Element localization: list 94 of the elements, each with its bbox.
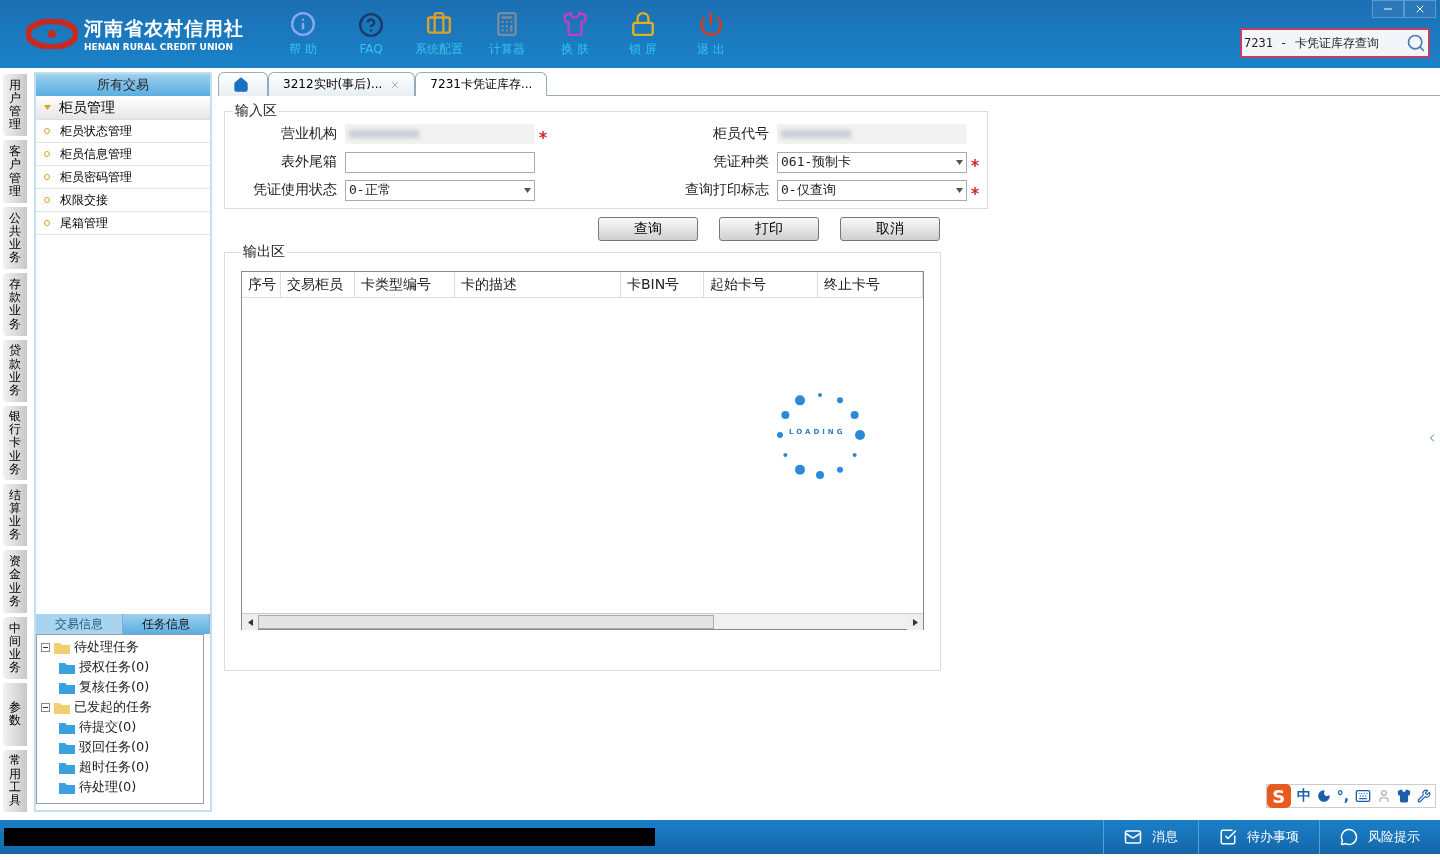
folder-icon bbox=[59, 760, 75, 774]
panel-tab[interactable]: 任务信息 bbox=[123, 614, 210, 634]
field-label: 柜员代号 bbox=[712, 125, 769, 143]
wrench-icon[interactable] bbox=[1417, 789, 1431, 803]
folder-icon bbox=[54, 700, 70, 714]
power-icon bbox=[698, 10, 724, 37]
toolbox-icon bbox=[426, 10, 452, 37]
tree-item[interactable]: 待处理(0) bbox=[79, 778, 137, 796]
tree-item[interactable]: 待处理任务 bbox=[74, 638, 139, 656]
field-label: 凭证种类 bbox=[712, 153, 769, 171]
column-header[interactable]: 卡的描述 bbox=[455, 272, 621, 297]
help-icon bbox=[358, 12, 384, 38]
folder-icon bbox=[59, 780, 75, 794]
tree-item[interactable]: 授权任务(0) bbox=[79, 658, 150, 676]
folder-icon bbox=[59, 720, 75, 734]
folder-icon bbox=[59, 660, 75, 674]
caret-icon bbox=[524, 187, 531, 193]
close-icon bbox=[1414, 3, 1426, 15]
shirt-icon[interactable] bbox=[1397, 789, 1411, 803]
field-label: 查询打印标志 bbox=[684, 181, 769, 199]
side-tab[interactable]: 贷款业务 bbox=[3, 339, 27, 403]
column-header[interactable]: 起始卡号 bbox=[703, 272, 819, 297]
side-tab[interactable]: 用户管理 bbox=[3, 74, 27, 137]
search-field[interactable]: 7231 - 卡凭证库存查询 bbox=[1240, 28, 1430, 58]
folder-icon bbox=[54, 640, 70, 654]
search-icon[interactable] bbox=[1406, 33, 1426, 53]
lock-icon bbox=[630, 10, 656, 37]
caret-icon bbox=[956, 159, 963, 165]
logo-title: 河南省农村信用社 bbox=[84, 16, 244, 41]
caret-icon bbox=[44, 105, 51, 110]
side-tab[interactable]: 客户管理 bbox=[3, 140, 27, 203]
column-header[interactable]: 卡类型编号 bbox=[354, 272, 456, 297]
action-button[interactable]: 查询 bbox=[598, 217, 698, 241]
tree-item[interactable]: 已发起的任务 bbox=[74, 698, 152, 716]
column-header[interactable]: 序号 bbox=[242, 272, 281, 297]
tree-item[interactable]: 超时任务(0) bbox=[79, 758, 150, 776]
field-label: 凭证使用状态 bbox=[252, 181, 337, 199]
menu-group[interactable]: 柜员管理 bbox=[36, 96, 210, 120]
collapse-icon[interactable] bbox=[41, 642, 50, 652]
horizontal-scrollbar[interactable] bbox=[242, 613, 923, 629]
left-arrow-icon[interactable] bbox=[247, 618, 253, 626]
status-button[interactable]: 风险提示 bbox=[1319, 820, 1440, 854]
side-tab[interactable]: 结算业务 bbox=[3, 483, 27, 547]
tree-item[interactable]: 复核任务(0) bbox=[79, 678, 150, 696]
home-tab[interactable] bbox=[218, 72, 268, 96]
keyboard-icon[interactable] bbox=[1355, 788, 1371, 804]
side-tab[interactable]: 银行卡业务 bbox=[3, 406, 27, 480]
page-tab[interactable]: 3212实时(事后)... bbox=[268, 72, 416, 96]
calculator-icon bbox=[494, 10, 520, 37]
action-button[interactable]: 取消 bbox=[840, 217, 940, 241]
folder-icon bbox=[59, 740, 75, 754]
right-arrow-icon[interactable] bbox=[912, 618, 918, 626]
home-icon bbox=[233, 76, 249, 93]
logo-subtitle: HENAN RURAL CREDIT UNION bbox=[84, 42, 234, 52]
shirt-icon bbox=[562, 10, 588, 37]
info-icon bbox=[290, 10, 316, 37]
column-header[interactable]: 卡BIN号 bbox=[620, 272, 704, 297]
punctuation-mode[interactable]: °, bbox=[1336, 788, 1349, 804]
select-field[interactable]: 0-仅查询 bbox=[777, 179, 967, 201]
sidebar-title: 所有交易 bbox=[36, 74, 210, 96]
section-title: 输入区 bbox=[234, 102, 278, 120]
side-tab[interactable]: 存款业务 bbox=[3, 273, 27, 336]
speech-bubble-icon bbox=[1340, 828, 1358, 846]
status-button[interactable]: 待办事项 bbox=[1198, 820, 1319, 854]
status-button[interactable]: 消息 bbox=[1103, 820, 1198, 854]
section-title: 输出区 bbox=[242, 243, 286, 261]
column-header[interactable]: 交易柜员 bbox=[281, 272, 355, 297]
checkbox-icon bbox=[1219, 828, 1237, 846]
input-field[interactable] bbox=[345, 151, 535, 173]
ime-mode[interactable]: 中 bbox=[1296, 787, 1311, 805]
ime-logo[interactable]: S bbox=[1266, 784, 1291, 808]
close-button[interactable] bbox=[1404, 0, 1436, 18]
tree-item[interactable]: 待提交(0) bbox=[79, 718, 137, 736]
side-tab[interactable]: 公共业务 bbox=[3, 206, 27, 270]
folder-icon bbox=[59, 680, 75, 694]
side-tab[interactable]: 常用工具 bbox=[3, 749, 27, 812]
side-tab[interactable]: 中间业务 bbox=[3, 616, 27, 680]
logo-icon bbox=[26, 19, 78, 49]
panel-tab[interactable]: 交易信息 bbox=[36, 614, 123, 634]
select-field[interactable]: 0-正常 bbox=[345, 179, 535, 201]
column-header[interactable]: 终止卡号 bbox=[818, 272, 923, 297]
field-label: 表外尾箱 bbox=[280, 153, 337, 171]
moon-icon[interactable] bbox=[1316, 789, 1331, 803]
side-tab[interactable]: 参数 bbox=[3, 683, 27, 746]
side-tab[interactable]: 资金业务 bbox=[3, 550, 27, 613]
select-field[interactable]: 061-预制卡 bbox=[777, 151, 967, 173]
mail-icon bbox=[1124, 828, 1142, 846]
collapse-icon[interactable] bbox=[41, 702, 50, 712]
loading-spinner-icon bbox=[775, 390, 865, 480]
caret-icon bbox=[956, 187, 963, 193]
page-tab[interactable]: 7231卡凭证库存... bbox=[415, 72, 548, 96]
action-button[interactable]: 打印 bbox=[719, 217, 819, 241]
field-label: 营业机构 bbox=[280, 125, 337, 143]
tree-item[interactable]: 驳回任务(0) bbox=[79, 738, 150, 756]
